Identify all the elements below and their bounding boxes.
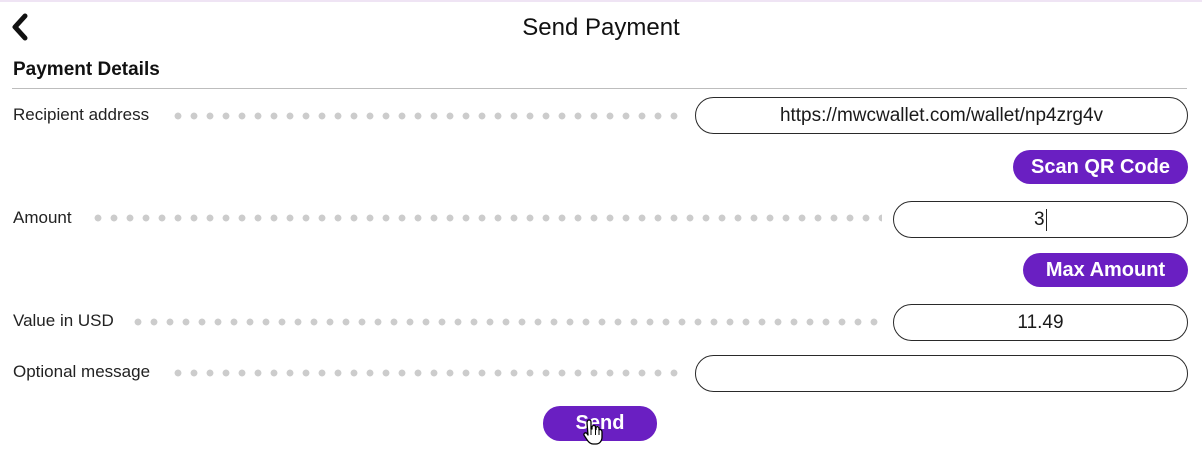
leader-dots — [170, 369, 682, 377]
send-button[interactable]: Send — [543, 406, 657, 441]
recipient-address-input[interactable]: https://mwcwallet.com/wallet/np4zrg4v — [695, 97, 1188, 134]
page-title: Send Payment — [522, 14, 680, 41]
amount-input[interactable]: 3 — [893, 201, 1188, 238]
window-top-edge — [0, 0, 1202, 2]
text-caret — [1045, 208, 1048, 231]
leader-dots — [170, 112, 682, 120]
amount-value: 3 — [1033, 208, 1045, 230]
message-label: Optional message — [13, 362, 151, 381]
usd-value: 11.49 — [1017, 311, 1064, 333]
usd-label: Value in USD — [13, 311, 114, 330]
amount-label: Amount — [13, 208, 72, 227]
recipient-address-value: https://mwcwallet.com/wallet/np4zrg4v — [779, 104, 1104, 126]
section-title: Payment Details — [13, 59, 160, 80]
leader-dots — [130, 318, 882, 326]
section-divider — [12, 88, 1187, 89]
optional-message-input[interactable] — [695, 355, 1188, 392]
usd-value-input[interactable]: 11.49 — [893, 304, 1188, 341]
leader-dots — [90, 214, 882, 222]
recipient-label: Recipient address — [13, 105, 150, 124]
max-amount-button[interactable]: Max Amount — [1023, 253, 1188, 287]
scan-qr-code-button[interactable]: Scan QR Code — [1013, 150, 1188, 184]
